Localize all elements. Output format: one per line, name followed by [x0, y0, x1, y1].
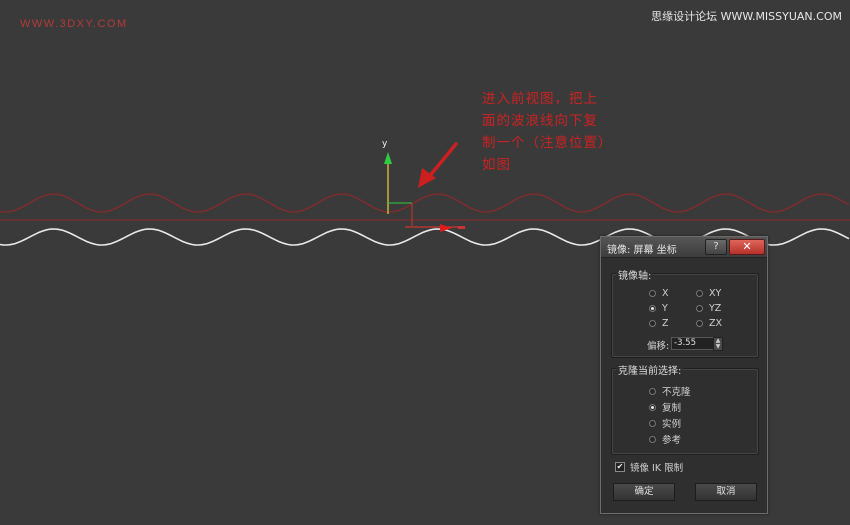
radio-axis-y[interactable]: Y: [649, 303, 668, 314]
gizmo-y-label: y: [382, 139, 388, 149]
radio-axis-z[interactable]: Z: [649, 318, 669, 329]
watermark-left: WWW.3DXY.COM: [20, 18, 128, 30]
radio-axis-xy[interactable]: XY: [696, 288, 721, 299]
gizmo-y-arrow-icon: [384, 152, 392, 164]
radio-label: XY: [709, 288, 722, 299]
radio-reference[interactable]: 参考: [649, 432, 681, 446]
clone-group: 克隆当前选择:: [611, 362, 759, 455]
radio-label: YZ: [709, 303, 722, 314]
gizmo-x-tip: [458, 226, 465, 229]
radio-dot: [649, 435, 656, 443]
radio-label: ZX: [709, 318, 723, 329]
radio-dot: [696, 290, 703, 297]
mirror-dialog[interactable]: 镜像: 屏幕 坐标 ? ✕ 镜像轴: X Y Z XY YZ ZX 偏移: -3…: [600, 236, 768, 514]
watermark-right: 思缘设计论坛 WWW.MISSYUAN.COM: [651, 10, 842, 23]
radio-label: 实例: [662, 419, 682, 430]
radio-dot: [696, 320, 703, 327]
radio-instance[interactable]: 实例: [649, 416, 681, 430]
cancel-button[interactable]: 取消: [695, 483, 757, 501]
radio-dot: [649, 305, 656, 312]
checkbox-box: ✔: [615, 462, 625, 472]
offset-label: 偏移:: [647, 341, 670, 352]
radio-axis-zx[interactable]: ZX: [696, 318, 722, 329]
ok-button[interactable]: 确定: [613, 483, 675, 501]
radio-dot: [649, 403, 656, 411]
radio-label: 复制: [662, 403, 682, 414]
radio-axis-yz[interactable]: YZ: [696, 303, 721, 314]
radio-dot: [649, 290, 656, 297]
tutorial-annotation: 进入前视图，把上面的波浪线向下复制一个（注意位置）如图: [482, 91, 606, 173]
radio-label: Z: [662, 318, 669, 329]
radio-dot: [696, 305, 703, 312]
close-button[interactable]: ✕: [729, 239, 765, 255]
viewport-front[interactable]: WWW.3DXY.COM 思缘设计论坛 WWW.MISSYUAN.COM y 进…: [0, 0, 850, 525]
dialog-titlebar[interactable]: 镜像: 屏幕 坐标 ? ✕: [601, 237, 767, 258]
radio-no-clone[interactable]: 不克隆: [649, 384, 691, 398]
radio-dot: [649, 320, 656, 327]
help-button[interactable]: ?: [705, 239, 727, 255]
checkbox-label: 镜像 IK 限制: [630, 463, 684, 474]
radio-label: Y: [662, 303, 668, 314]
radio-axis-x[interactable]: X: [649, 288, 669, 299]
clone-label: 克隆当前选择:: [616, 362, 684, 377]
radio-label: 不克隆: [662, 387, 691, 398]
offset-spinner-icon[interactable]: ▲ ▼: [713, 337, 723, 351]
radio-dot: [649, 419, 656, 427]
dialog-title: 镜像: 屏幕 坐标: [607, 245, 677, 256]
mirror-ik-checkbox[interactable]: ✔ 镜像 IK 限制: [615, 460, 683, 474]
annotation-arrow-icon: [418, 142, 458, 188]
offset-input[interactable]: -3.55: [671, 337, 715, 350]
red-wave-line[interactable]: [0, 193, 850, 213]
radio-copy[interactable]: 复制: [649, 400, 681, 414]
radio-label: X: [662, 288, 669, 299]
radio-label: 参考: [662, 435, 682, 446]
mirror-axis-label: 镜像轴:: [616, 267, 654, 282]
radio-dot: [649, 387, 656, 395]
